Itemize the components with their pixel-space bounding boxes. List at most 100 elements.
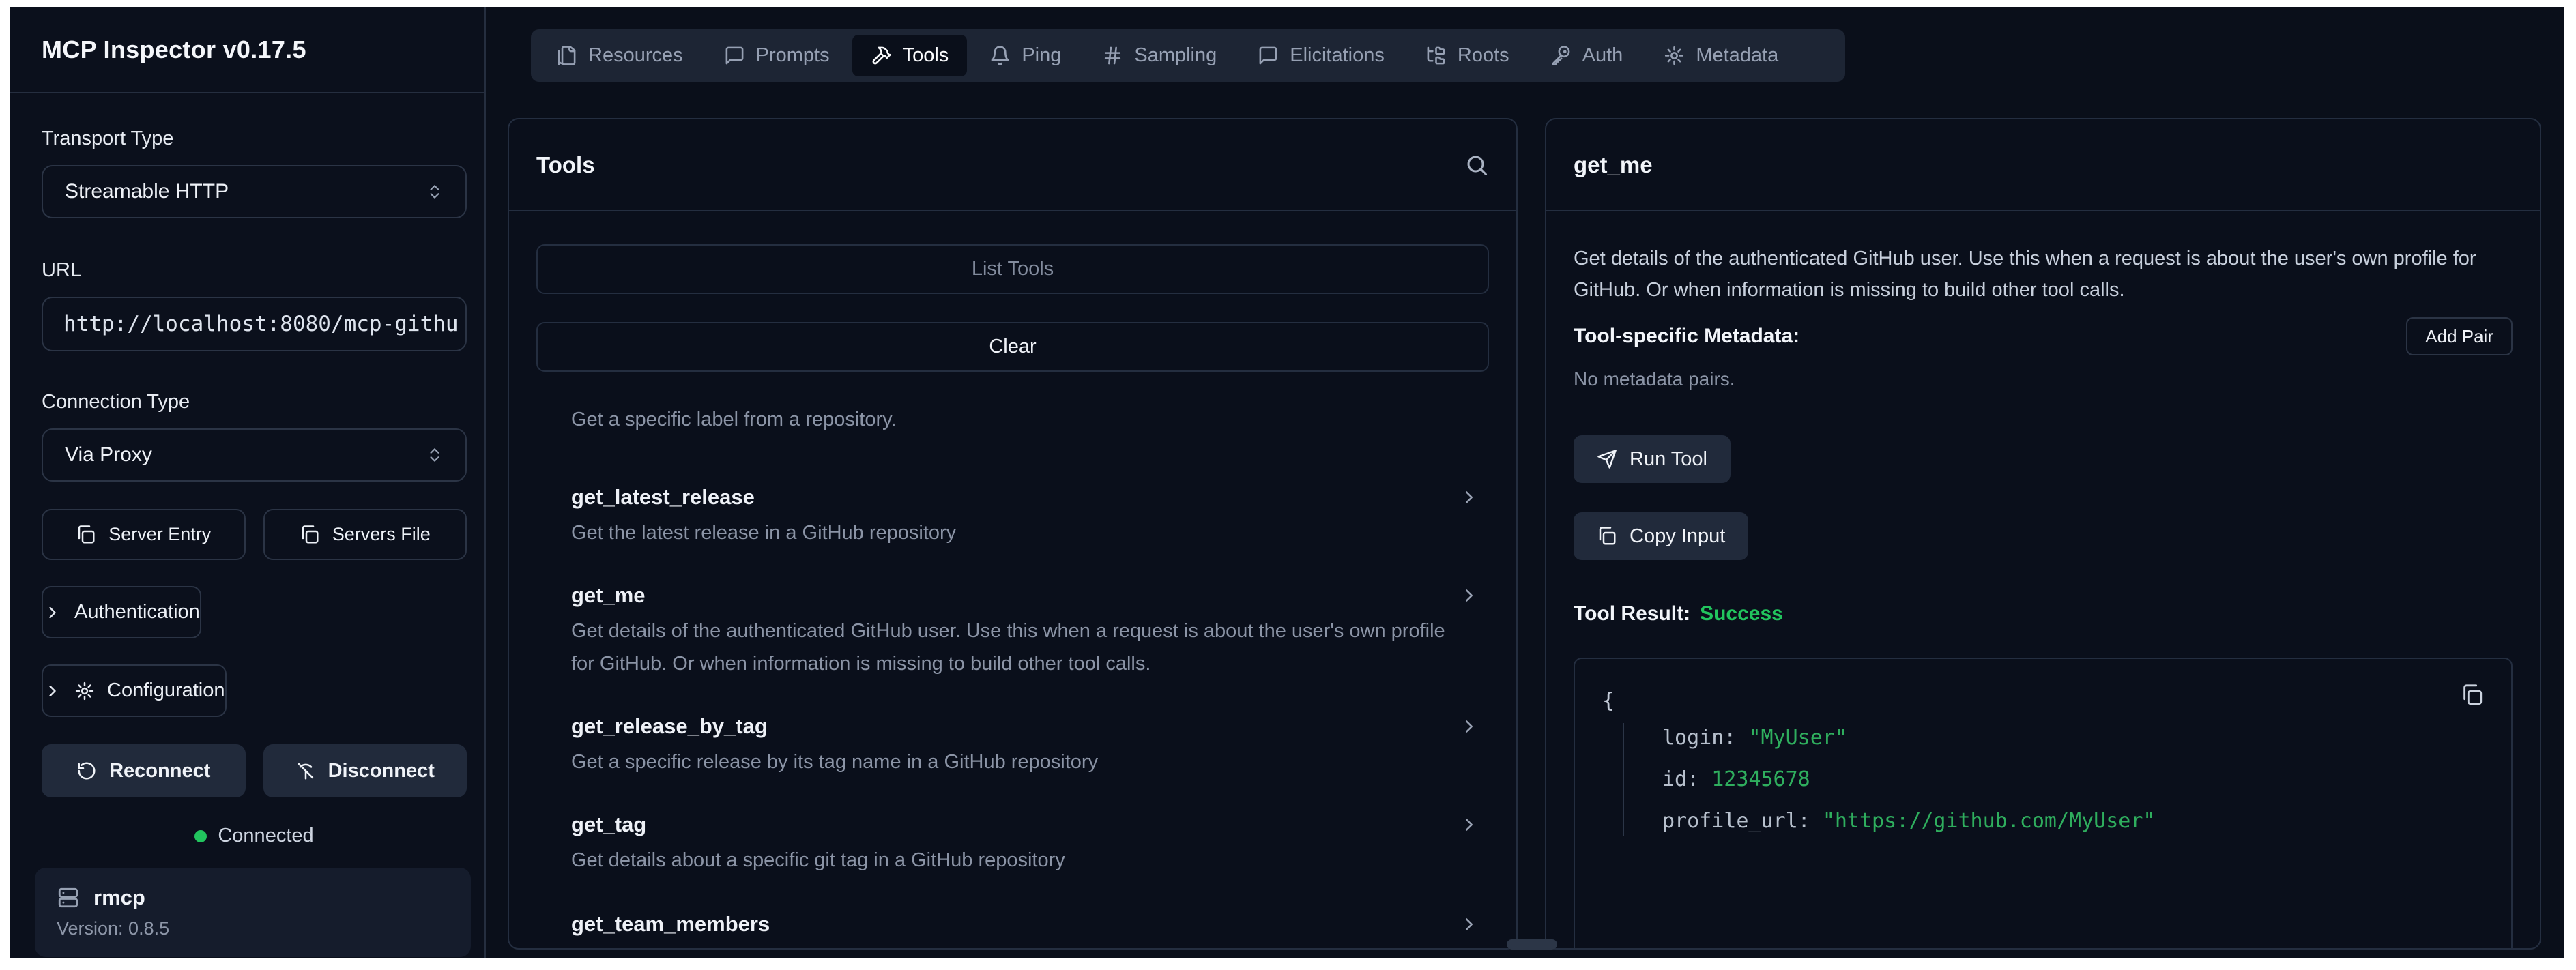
tool-list-item[interactable]: get_release_by_tag Get a specific releas… [536, 713, 1489, 778]
run-tool-label: Run Tool [1630, 448, 1707, 471]
connection-type-value: Via Proxy [65, 443, 152, 467]
add-pair-button[interactable]: Add Pair [2406, 317, 2513, 355]
json-value: "https://github.com/MyUser" [1823, 809, 2156, 833]
copy-input-button[interactable]: Copy Input [1574, 512, 1748, 560]
copy-result-icon[interactable] [2461, 684, 2484, 707]
main-area: Resources Prompts Tools Ping Sampling El… [486, 7, 2564, 958]
tool-detail-panel: get_me Get details of the authenticated … [1545, 118, 2541, 950]
url-input[interactable]: http://localhost:8080/mcp-githu [42, 297, 467, 351]
tool-list-item[interactable]: get_me Get details of the authenticated … [536, 582, 1489, 680]
tab-label: Prompts [756, 44, 830, 67]
content-row: Tools List Tools Clear Get a specific la… [508, 118, 2541, 950]
folder-tree-icon [1426, 45, 1447, 66]
gear-icon [74, 681, 95, 701]
detail-panel-body: Get details of the authenticated GitHub … [1546, 211, 2540, 948]
list-tools-button[interactable]: List Tools [536, 244, 1489, 294]
key-icon [1550, 45, 1572, 66]
pane-resize-handle[interactable] [1507, 939, 1557, 950]
tab-auth[interactable]: Auth [1532, 35, 1642, 76]
transport-type-label: Transport Type [42, 128, 467, 150]
server-info-card: rmcp Version: 0.8.5 [35, 868, 471, 957]
send-icon [1597, 449, 1617, 469]
reconnect-label: Reconnect [109, 760, 210, 782]
metadata-label: Tool-specific Metadata: [1574, 325, 1799, 348]
chevron-right-icon [1459, 585, 1479, 606]
tool-list-item[interactable]: get_tag Get details about a specific git… [536, 811, 1489, 877]
tool-description: Get a specific release by its tag name i… [571, 746, 1451, 778]
tab-label: Metadata [1696, 44, 1778, 67]
tab-roots[interactable]: Roots [1407, 35, 1528, 76]
configuration-toggle[interactable]: Configuration [42, 664, 227, 717]
server-entry-button[interactable]: Server Entry [42, 509, 246, 560]
json-value: 12345678 [1711, 767, 1810, 791]
app-window: MCP Inspector v0.17.5 Transport Type Str… [10, 7, 2564, 958]
files-icon [556, 45, 577, 66]
tool-description: Get details about a specific git tag in … [571, 844, 1451, 877]
tab-sampling[interactable]: Sampling [1084, 35, 1235, 76]
connection-type-select[interactable]: Via Proxy [42, 428, 467, 482]
json-row[interactable]: id: 12345678 [1662, 765, 2484, 795]
server-version: Version: 0.8.5 [57, 918, 449, 939]
result-json-viewer: { login: "MyUser" id: 12345678 [1574, 658, 2513, 948]
json-value: "MyUser" [1748, 726, 1847, 750]
servers-file-button[interactable]: Servers File [263, 509, 467, 560]
server-entry-label: Server Entry [108, 524, 211, 545]
tool-description: Get member usernames of a specific team … [571, 943, 1451, 948]
tab-prompts[interactable]: Prompts [706, 35, 848, 76]
servers-file-label: Servers File [332, 524, 431, 545]
json-row-clipped: name: "Working" [1662, 945, 1847, 948]
tab-label: Tools [903, 44, 949, 67]
json-row[interactable]: login: "MyUser" [1662, 723, 2484, 753]
chevrons-updown-icon [426, 183, 444, 201]
tool-description: Get details of the authenticated GitHub … [571, 615, 1451, 680]
sidebar-body: Transport Type Streamable HTTP URL http:… [10, 93, 484, 958]
tool-list-item[interactable]: get_team_members Get member usernames of… [536, 911, 1489, 948]
search-icon[interactable] [1464, 153, 1489, 177]
clear-button[interactable]: Clear [536, 322, 1489, 372]
chevron-right-icon [1459, 716, 1479, 737]
tab-label: Elicitations [1290, 44, 1385, 67]
disconnect-icon [295, 761, 316, 781]
url-value: http://localhost:8080/mcp-githu [63, 312, 459, 336]
hash-icon [1102, 45, 1123, 66]
run-tool-button[interactable]: Run Tool [1574, 435, 1731, 483]
copy-icon [1597, 526, 1617, 546]
authentication-label: Authentication [74, 601, 200, 623]
tab-tools[interactable]: Tools [852, 35, 968, 76]
json-key: login: [1662, 726, 1736, 750]
transport-type-select[interactable]: Streamable HTTP [42, 165, 467, 218]
disconnect-button[interactable]: Disconnect [263, 744, 467, 797]
tab-ping[interactable]: Ping [971, 35, 1080, 76]
tool-description: Get the latest release in a GitHub repos… [571, 516, 1451, 549]
tab-bar: Resources Prompts Tools Ping Sampling El… [531, 29, 1845, 82]
tool-name: get_me [571, 582, 646, 609]
chevron-right-icon [43, 603, 62, 622]
tool-list-item[interactable]: get_latest_release Get the latest releas… [536, 484, 1489, 549]
json-rows: login: "MyUser" id: 12345678 profile_url… [1623, 723, 2484, 836]
message-square-icon [1258, 45, 1279, 66]
tool-result-label: Tool Result: [1574, 602, 1690, 626]
tab-label: Roots [1458, 44, 1509, 67]
configuration-label: Configuration [107, 679, 225, 702]
detail-panel-title: get_me [1574, 152, 1653, 178]
chevron-right-icon [43, 681, 62, 701]
disconnect-label: Disconnect [328, 760, 435, 782]
sidebar-header: MCP Inspector v0.17.5 [10, 7, 484, 93]
authentication-toggle[interactable]: Authentication [42, 586, 201, 638]
chevron-right-icon [1459, 914, 1479, 935]
copy-input-label: Copy Input [1630, 525, 1725, 548]
tab-resources[interactable]: Resources [538, 35, 701, 76]
tool-name: get_latest_release [571, 484, 755, 511]
rotate-ccw-icon [76, 761, 97, 781]
tool-result-status: Success [1700, 602, 1783, 626]
reconnect-button[interactable]: Reconnect [42, 744, 246, 797]
copy-icon [76, 525, 96, 545]
json-row[interactable]: profile_url: "https://github.com/MyUser" [1662, 806, 2484, 836]
status-text: Connected [218, 825, 313, 847]
tab-elicitations[interactable]: Elicitations [1239, 35, 1403, 76]
tab-label: Sampling [1134, 44, 1217, 67]
tools-panel-body: List Tools Clear Get a specific label fr… [509, 211, 1516, 948]
transport-type-value: Streamable HTTP [65, 180, 229, 203]
tab-metadata[interactable]: Metadata [1645, 35, 1797, 76]
tool-description-fragment: Get a specific label from a repository. [536, 403, 1489, 436]
